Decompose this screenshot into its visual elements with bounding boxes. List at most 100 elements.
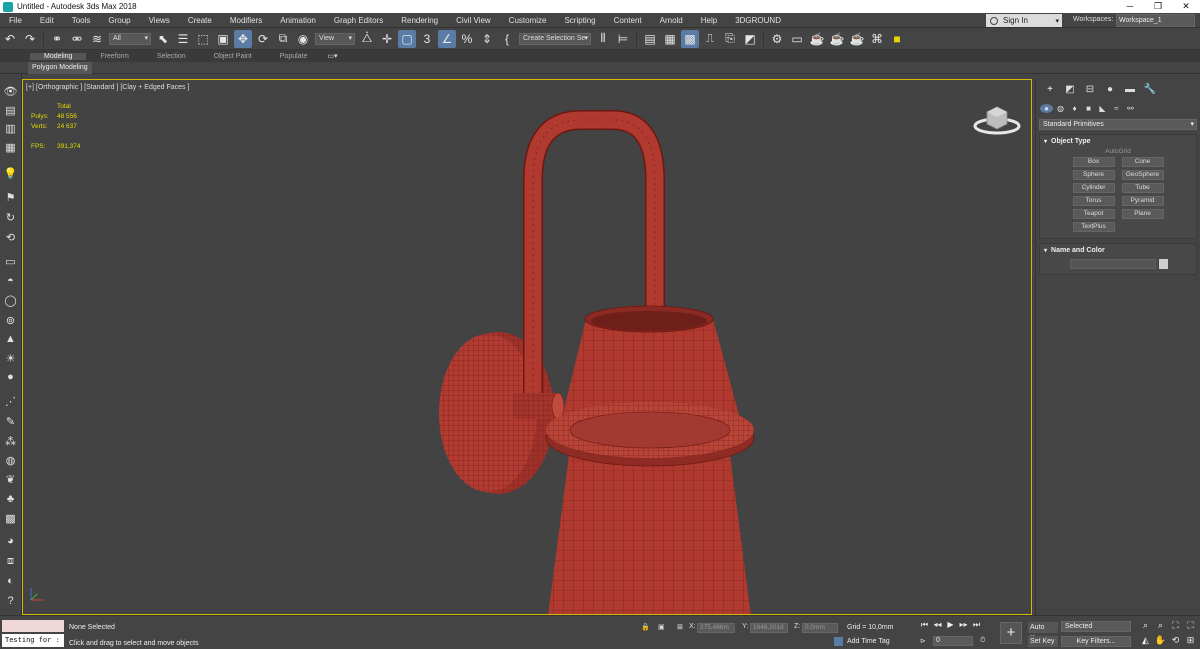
geometry-icon[interactable]: ● [1040, 103, 1053, 113]
torus-object-icon[interactable]: ⊚ [3, 313, 18, 327]
placement-icon[interactable]: ◉ [294, 30, 312, 48]
go-to-end-icon[interactable]: ⏭ [970, 620, 983, 630]
geosphere-button[interactable]: GeoSphere [1121, 170, 1164, 180]
menu-animation[interactable]: Animation [271, 16, 325, 25]
menu-arnold[interactable]: Arnold [651, 16, 692, 25]
menu-edit[interactable]: Edit [31, 16, 63, 25]
textplus-button[interactable]: TextPlus [1072, 222, 1115, 232]
menu-graph-editors[interactable]: Graph Editors [325, 16, 392, 25]
ball-object-icon[interactable]: ● [3, 370, 18, 384]
align-icon[interactable]: ⊨ [614, 30, 632, 48]
box-button[interactable]: Box [1072, 157, 1115, 167]
keyboard-shortcut-override-icon[interactable]: ▢ [398, 29, 416, 48]
isolate-selection-icon[interactable]: ▣ [658, 623, 665, 631]
spacewarps-icon[interactable]: ≈ [1110, 104, 1123, 113]
key-filters-button[interactable]: Key Filters... [1061, 636, 1131, 647]
redo-icon[interactable]: ↷ [21, 30, 39, 48]
select-manipulate-icon[interactable]: ✛ [378, 30, 396, 48]
circle-object-icon[interactable]: ◯ [3, 293, 18, 307]
menu-views[interactable]: Views [140, 16, 179, 25]
selection-filter-select[interactable]: All [109, 32, 151, 45]
schematic-view-icon[interactable]: ⎘ [721, 30, 739, 48]
edit-named-selection-icon[interactable]: { [498, 30, 516, 48]
cone-object-icon[interactable]: ▲ [3, 332, 18, 346]
zoom-extents-icon[interactable]: ⛶ [1168, 620, 1183, 631]
lock-selection-icon[interactable]: 🔒 [641, 623, 650, 631]
modify-tab-icon[interactable]: ◩ [1060, 84, 1080, 95]
tree-icon[interactable]: ♣ [3, 492, 18, 506]
window-crossing-icon[interactable]: ▣ [214, 30, 232, 48]
percent-snap-icon[interactable]: % [458, 30, 476, 48]
tube-button[interactable]: Tube [1121, 183, 1164, 193]
particle-icon[interactable]: ⁂ [3, 434, 18, 448]
maximize-viewport-icon[interactable]: ⊞ [1183, 635, 1198, 646]
cameras-icon[interactable]: ■ [1082, 104, 1095, 113]
menu-content[interactable]: Content [605, 16, 651, 25]
set-key-button[interactable]: Set Key [1028, 636, 1058, 647]
menu-tools[interactable]: Tools [63, 16, 100, 25]
menu-customize[interactable]: Customize [500, 16, 556, 25]
tab-freeform[interactable]: Freeform [86, 53, 142, 60]
hierarchy-tab-icon[interactable]: ⊟ [1080, 84, 1100, 95]
render-production-icon[interactable]: ☕ [808, 30, 826, 48]
x-coordinate-field[interactable]: 275,466m [697, 623, 735, 633]
torus-button[interactable]: Torus [1072, 196, 1115, 206]
menu-scripting[interactable]: Scripting [555, 16, 604, 25]
display-tab-icon[interactable]: ▬ [1120, 84, 1140, 95]
render-iterative-icon[interactable]: ☕ [828, 30, 846, 48]
ribbon-options-icon[interactable]: ▭▾ [327, 52, 337, 60]
key-set-select[interactable]: Selected [1061, 621, 1131, 632]
maxscript-listener-output[interactable] [2, 620, 64, 632]
isolate-icon[interactable]: ⚑ [3, 190, 18, 204]
pattern-icon[interactable]: ▩ [3, 511, 18, 525]
pan-icon[interactable]: ✋ [1153, 635, 1168, 646]
polygon-modeling-panel[interactable]: Polygon Modeling [28, 62, 92, 74]
next-frame-icon[interactable]: ▸▸ [957, 620, 970, 630]
play-icon[interactable]: ▶ [944, 620, 957, 630]
primitive-category-select[interactable]: Standard Primitives [1039, 119, 1197, 130]
bind-spacewarp-icon[interactable]: ≋ [88, 30, 106, 48]
globe-icon[interactable]: ◍ [3, 453, 18, 467]
z-coordinate-field[interactable]: 0,0mm [802, 623, 838, 633]
lights-icon[interactable]: ♦ [1068, 104, 1081, 113]
loop-icon[interactable]: ⟲ [3, 230, 18, 244]
menu-create[interactable]: Create [179, 16, 221, 25]
leaf-icon[interactable]: ❦ [3, 472, 18, 486]
rotate-icon[interactable]: ⟳ [254, 30, 272, 48]
reference-coord-select[interactable]: View [315, 32, 355, 45]
rotate-view-icon[interactable]: ↻ [3, 210, 18, 224]
scene-explorer-icon[interactable]: ▤ [3, 103, 18, 117]
menu-3dground[interactable]: 3DGROUND [726, 16, 790, 25]
sphere-object-icon[interactable]: ◓ [3, 274, 18, 288]
snaps-toggle-icon[interactable]: 3 [418, 30, 436, 48]
render-activeshade-icon[interactable]: ☕ [848, 30, 866, 48]
pivot-center-icon[interactable]: ⧊ [358, 30, 376, 48]
curve-editor-icon[interactable]: ⎍ [701, 30, 719, 48]
named-selection-set-select[interactable]: Create Selection Se [519, 32, 591, 45]
object-name-field[interactable] [1070, 259, 1156, 269]
zoom-icon[interactable]: ⌕ [1138, 620, 1153, 631]
cone-button[interactable]: Cone [1121, 157, 1164, 167]
previous-frame-icon[interactable]: ◂◂ [931, 620, 944, 630]
render-setup-icon[interactable]: ⚙ [768, 30, 786, 48]
render-icon[interactable]: ◐ [3, 574, 18, 588]
viewport-layout-icon[interactable]: 👁 [3, 84, 18, 98]
angle-snap-icon[interactable]: ∠ [438, 29, 456, 48]
time-config-icon[interactable]: ⏱ [980, 637, 985, 645]
spinner-snap-icon[interactable]: ⇕ [478, 30, 496, 48]
shapes-icon[interactable]: ◍ [1054, 104, 1067, 113]
helpers-icon[interactable]: ◣ [1096, 104, 1109, 113]
scale-icon[interactable]: ⧉ [274, 30, 292, 48]
teapot-button[interactable]: Teapot [1072, 209, 1115, 219]
sun-icon[interactable]: ☀ [3, 351, 18, 365]
close-button[interactable]: ✕ [1172, 0, 1200, 13]
perspective-viewport[interactable]: [+] [Orthographic ] [Standard ] [Clay + … [22, 79, 1032, 615]
zoom-all-icon[interactable]: ⌕ [1153, 620, 1168, 631]
unlink-icon[interactable]: ⚮ [68, 30, 86, 48]
effects-icon[interactable]: ⧈ [3, 554, 18, 568]
select-by-name-icon[interactable]: ☰ [174, 30, 192, 48]
menu-help[interactable]: Help [692, 16, 726, 25]
minimize-button[interactable]: ─ [1116, 0, 1144, 13]
cylinder-button[interactable]: Cylinder [1072, 183, 1115, 193]
tab-modeling[interactable]: Modeling [30, 52, 87, 60]
